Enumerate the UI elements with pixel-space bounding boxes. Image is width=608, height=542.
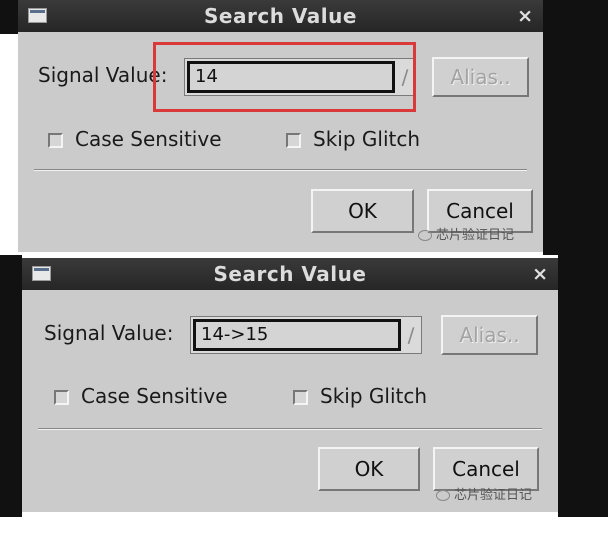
ok-button[interactable]: OK [318, 447, 420, 491]
case-sensitive-checkbox[interactable] [48, 133, 63, 148]
dropdown-arrow-icon[interactable]: ∕ [401, 317, 421, 353]
background-strip-right-lower [558, 255, 608, 517]
annotation-highlight-box [153, 42, 416, 112]
search-value-dialog-1: Search Value × Signal Value: 14 ∕ Alias.… [18, 0, 543, 252]
dialog-title: Search Value [204, 4, 357, 28]
chat-bubble-icon [418, 230, 432, 241]
close-icon[interactable]: × [532, 258, 548, 290]
separator [38, 428, 542, 430]
case-sensitive-checkbox[interactable] [54, 390, 69, 405]
case-sensitive-label: Case Sensitive [75, 127, 222, 151]
search-value-dialog-2: Search Value × Signal Value: 14->15 ∕ Al… [22, 258, 558, 512]
alias-button[interactable]: Alias.. [441, 315, 538, 355]
signal-value-input[interactable]: 14->15 [193, 319, 401, 351]
ok-button[interactable]: OK [311, 189, 414, 233]
signal-value-combobox[interactable]: 14->15 ∕ [190, 316, 422, 354]
signal-value-label: Signal Value: [38, 63, 168, 87]
watermark: 芯片验证日记 [436, 484, 532, 503]
dialog-title: Search Value [213, 262, 367, 286]
watermark-text: 芯片验证日记 [454, 488, 533, 503]
separator [34, 169, 527, 171]
close-icon[interactable]: × [517, 0, 533, 32]
background-strip-top [0, 0, 18, 34]
watermark: 芯片验证日记 [418, 224, 514, 243]
case-sensitive-label: Case Sensitive [81, 384, 228, 408]
title-bar[interactable]: Search Value × [18, 0, 543, 32]
title-bar[interactable]: Search Value × [22, 258, 558, 290]
skip-glitch-label: Skip Glitch [313, 127, 421, 151]
background-strip-right [543, 0, 608, 255]
skip-glitch-checkbox[interactable] [286, 133, 301, 148]
signal-value-label: Signal Value: [44, 321, 174, 345]
skip-glitch-checkbox[interactable] [293, 390, 308, 405]
background-strip-left [0, 255, 22, 517]
alias-button[interactable]: Alias.. [432, 57, 529, 97]
chat-bubble-icon [436, 490, 450, 501]
watermark-text: 芯片验证日记 [436, 228, 515, 243]
skip-glitch-label: Skip Glitch [320, 384, 428, 408]
